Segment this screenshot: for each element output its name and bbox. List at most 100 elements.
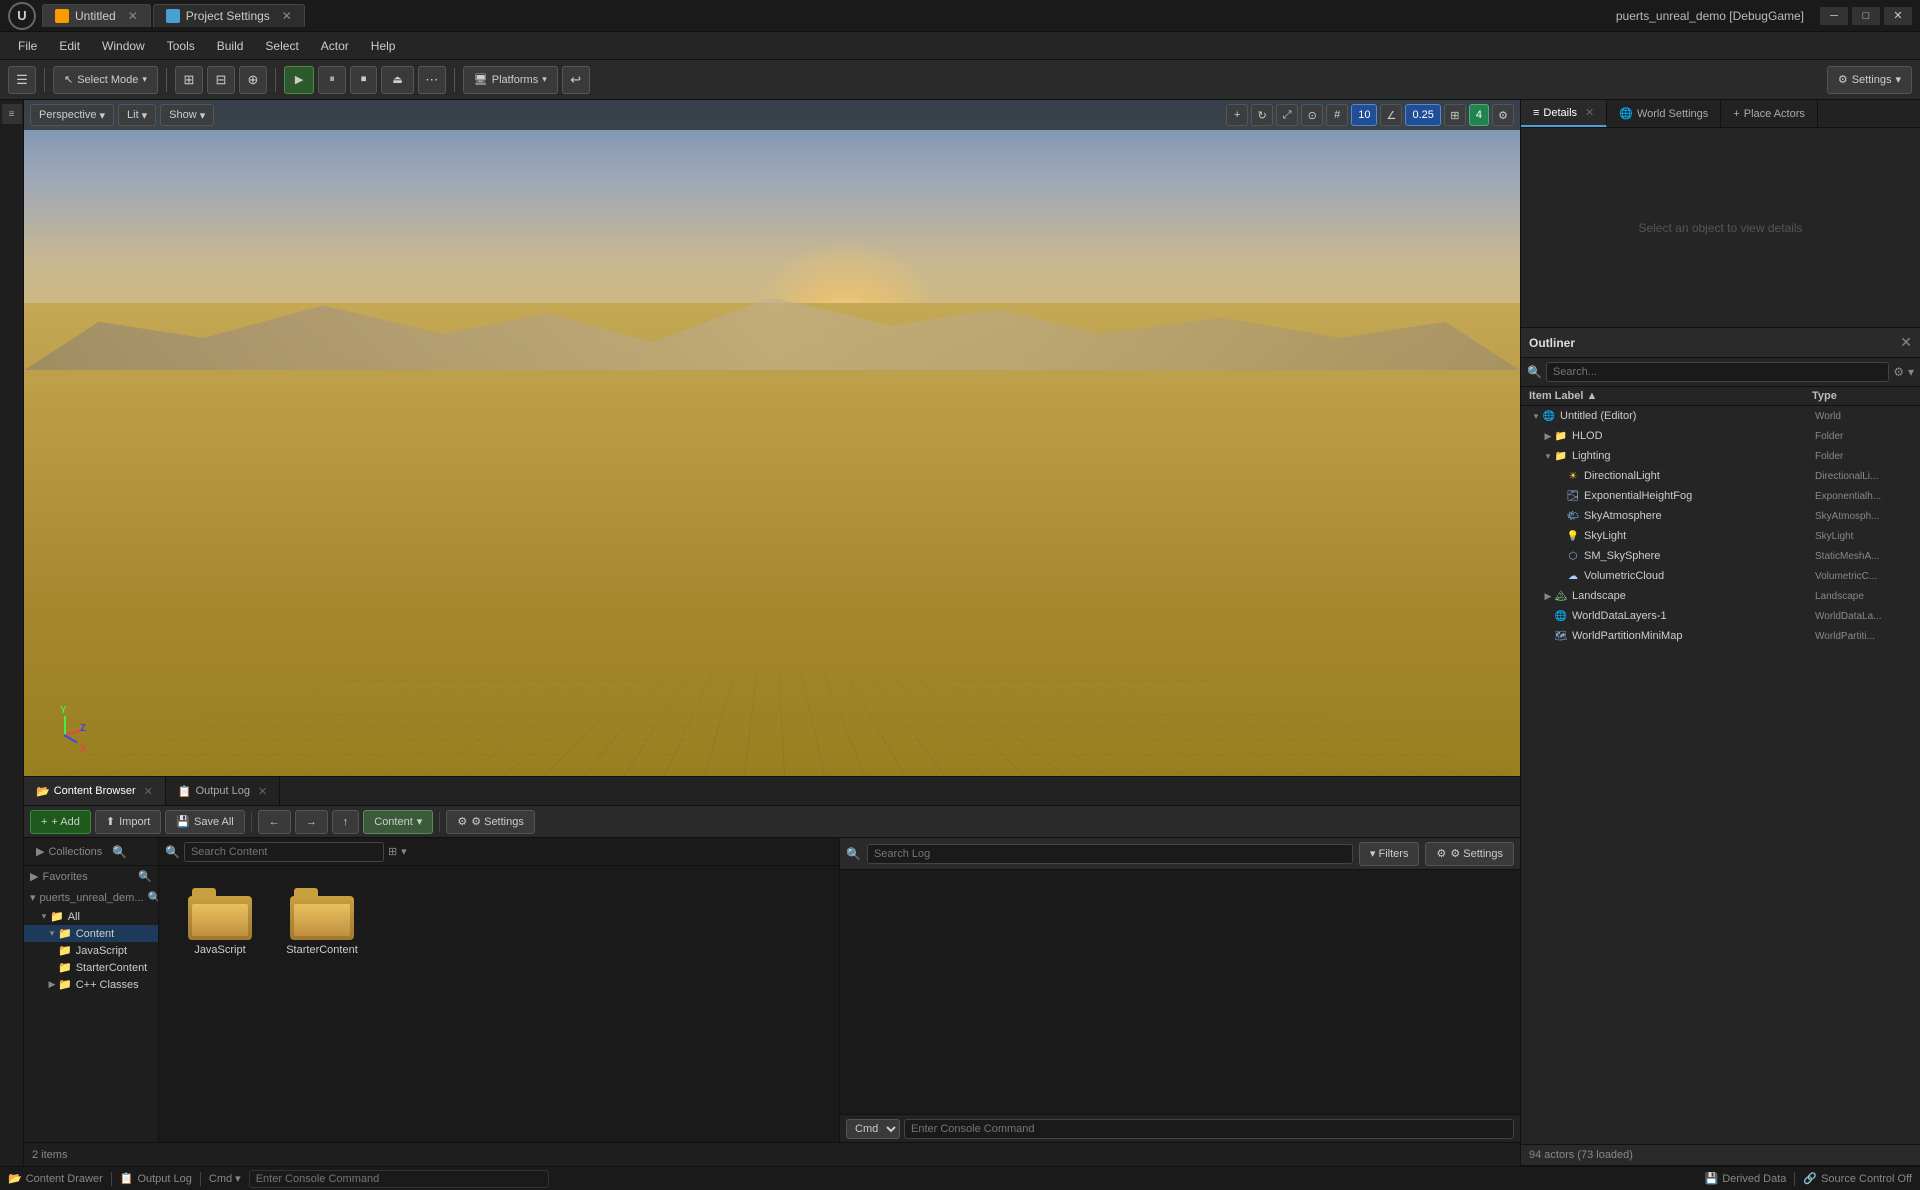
- arrow-landscape[interactable]: ▶: [1542, 590, 1554, 602]
- pause-button[interactable]: ⏸: [318, 66, 346, 94]
- menu-file[interactable]: File: [8, 36, 47, 56]
- output-log-tab[interactable]: 📋 Output Log ✕: [166, 777, 280, 805]
- menu-select[interactable]: Select: [255, 36, 308, 56]
- vp-angle-button[interactable]: ∠: [1380, 104, 1402, 126]
- vp-snap-size-button[interactable]: 4: [1469, 104, 1489, 126]
- cmd-select[interactable]: Cmd: [846, 1119, 900, 1139]
- add-button[interactable]: + + Add: [30, 810, 91, 834]
- tree-content-arrow[interactable]: ▾: [46, 928, 58, 940]
- more-options-button[interactable]: ⋯: [418, 66, 446, 94]
- tree-item-fog[interactable]: 🌫 ExponentialHeightFog Exponentialh...: [1521, 486, 1920, 506]
- col-label-header[interactable]: Item Label ▲: [1529, 390, 1812, 402]
- favorites-search-icon[interactable]: 🔍: [138, 870, 152, 883]
- back-button[interactable]: ←: [258, 810, 291, 834]
- outliner-search-input[interactable]: [1546, 362, 1889, 382]
- details-tab-close[interactable]: ✕: [1585, 106, 1594, 119]
- tree-item-sky-atmosphere[interactable]: 🌤 SkyAtmosphere SkyAtmosph...: [1521, 506, 1920, 526]
- output-settings-btn[interactable]: ⚙ ⚙ Settings: [1425, 842, 1514, 866]
- settings-button[interactable]: ⚙ Settings ▾: [1827, 66, 1912, 94]
- tree-item-starter-content[interactable]: 📁 StarterContent: [24, 959, 158, 976]
- close-button[interactable]: ✕: [1884, 7, 1912, 25]
- platforms-button[interactable]: 🖥 Platforms ▾: [463, 66, 558, 94]
- derived-data-button[interactable]: 💾 Derived Data: [1704, 1172, 1786, 1185]
- cmd-status-button[interactable]: Cmd ▾: [209, 1172, 241, 1185]
- vp-translate-button[interactable]: +: [1226, 104, 1248, 126]
- output-log-tab-close[interactable]: ✕: [258, 785, 267, 798]
- tree-item-content[interactable]: ▾ 📁 Content: [24, 925, 158, 942]
- content-browser-tab[interactable]: 📂 Content Browser ✕: [24, 777, 166, 805]
- vp-rotate-button[interactable]: ↻: [1251, 104, 1273, 126]
- vp-camera-button[interactable]: ⊙: [1301, 104, 1323, 126]
- vp-angle-size-button[interactable]: 0.25: [1405, 104, 1440, 126]
- menu-help[interactable]: Help: [361, 36, 406, 56]
- menu-window[interactable]: Window: [92, 36, 155, 56]
- forward-button[interactable]: →: [295, 810, 328, 834]
- tree-item-all[interactable]: ▾ 📁 All: [24, 908, 158, 925]
- source-control-button[interactable]: 🔗 Source Control Off: [1803, 1172, 1912, 1185]
- content-browser-tab-close[interactable]: ✕: [144, 785, 153, 798]
- show-button[interactable]: Show ▾: [160, 104, 214, 126]
- hamburger-menu-button[interactable]: ☰: [8, 66, 36, 94]
- tree-cpp-arrow[interactable]: ▶: [46, 979, 58, 991]
- menu-edit[interactable]: Edit: [49, 36, 90, 56]
- vp-grid-size-button[interactable]: 10: [1351, 104, 1377, 126]
- tree-item-sm-skysphere[interactable]: ⬡ SM_SkySphere StaticMeshA...: [1521, 546, 1920, 566]
- vp-scale2-button[interactable]: ⊞: [1444, 104, 1466, 126]
- folder-starter-content[interactable]: StarterContent: [277, 882, 367, 962]
- import-button[interactable]: ⬆ Import: [95, 810, 161, 834]
- tree-item-untitled[interactable]: ▾ 🌐 Untitled (Editor) World: [1521, 406, 1920, 426]
- outliner-close-button[interactable]: ✕: [1900, 334, 1912, 351]
- tree-item-landscape[interactable]: ▶ 🏔 Landscape Landscape: [1521, 586, 1920, 606]
- arrow-untitled[interactable]: ▾: [1530, 410, 1542, 422]
- project-search-icon[interactable]: 🔍: [147, 891, 158, 904]
- menu-actor[interactable]: Actor: [311, 36, 359, 56]
- up-button[interactable]: ↑: [332, 810, 360, 834]
- tree-item-directional[interactable]: ☀ DirectionalLight DirectionalLi...: [1521, 466, 1920, 486]
- eject-button[interactable]: ⏏: [381, 66, 413, 94]
- viewport[interactable]: Perspective ▾ Lit ▾ Show ▾ + ↻ ⤢ ⊙ #: [24, 100, 1520, 776]
- cb-settings-button[interactable]: ⚙ ⚙ Settings: [446, 810, 535, 834]
- output-settings-button[interactable]: ⚙ ⚙ Settings: [1425, 842, 1514, 866]
- vp-settings-button[interactable]: ⚙: [1492, 104, 1514, 126]
- project-settings-tab-close[interactable]: ✕: [282, 9, 292, 23]
- tree-item-volumetric-cloud[interactable]: ☁ VolumetricCloud VolumetricC...: [1521, 566, 1920, 586]
- vp-grid-button[interactable]: #: [1326, 104, 1348, 126]
- world-settings-tab[interactable]: 🌐 World Settings: [1607, 100, 1721, 127]
- cb-view-options-button[interactable]: ⊞: [388, 845, 397, 858]
- favorites-section-header[interactable]: ▶ Favorites 🔍: [24, 866, 158, 887]
- tree-item-skylight[interactable]: 💡 SkyLight SkyLight: [1521, 526, 1920, 546]
- save-all-button[interactable]: 💾 Save All: [165, 810, 244, 834]
- cb-search-input[interactable]: [184, 842, 384, 862]
- transform-button[interactable]: ⊞: [175, 66, 203, 94]
- cmd-input[interactable]: [904, 1119, 1514, 1139]
- undo-button[interactable]: ↩: [562, 66, 590, 94]
- maximize-button[interactable]: □: [1852, 7, 1880, 25]
- tree-item-cpp[interactable]: ▶ 📁 C++ Classes: [24, 976, 158, 993]
- lit-button[interactable]: Lit ▾: [118, 104, 156, 126]
- perspective-button[interactable]: Perspective ▾: [30, 104, 114, 126]
- filters-button[interactable]: ▾ Filters: [1359, 842, 1420, 866]
- untitled-tab-close[interactable]: ✕: [128, 9, 138, 23]
- bottom-cmd-input[interactable]: [249, 1170, 549, 1188]
- tree-item-javascript[interactable]: 📁 JavaScript: [24, 942, 158, 959]
- menu-tools[interactable]: Tools: [157, 36, 205, 56]
- play-button[interactable]: ▶: [284, 66, 314, 94]
- outliner-filter-icon[interactable]: ▾: [1908, 365, 1914, 379]
- output-log-status-button[interactable]: 📋 Output Log: [120, 1172, 192, 1185]
- build-options-button[interactable]: ⊕: [239, 66, 267, 94]
- path-button[interactable]: Content ▾: [363, 810, 433, 834]
- outliner-settings-icon[interactable]: ⚙: [1893, 365, 1904, 379]
- untitled-tab[interactable]: Untitled ✕: [42, 4, 151, 27]
- col-type-header[interactable]: Type: [1812, 390, 1912, 402]
- content-drawer-button[interactable]: 📂 Content Drawer: [8, 1172, 103, 1185]
- favorites-header[interactable]: ▶ Collections: [30, 841, 108, 862]
- arrow-hlod[interactable]: ▶: [1542, 430, 1554, 442]
- folder-javascript[interactable]: JavaScript: [175, 882, 265, 962]
- tree-item-world-data-layers[interactable]: 🌐 WorldDataLayers-1 WorldDataLa...: [1521, 606, 1920, 626]
- vp-scale-button[interactable]: ⤢: [1276, 104, 1298, 126]
- cb-filter-button[interactable]: ▾: [401, 845, 407, 858]
- details-tab[interactable]: ≡ Details ✕: [1521, 100, 1607, 127]
- snap-button[interactable]: ⊟: [207, 66, 235, 94]
- menu-build[interactable]: Build: [207, 36, 254, 56]
- arrow-lighting[interactable]: ▾: [1542, 450, 1554, 462]
